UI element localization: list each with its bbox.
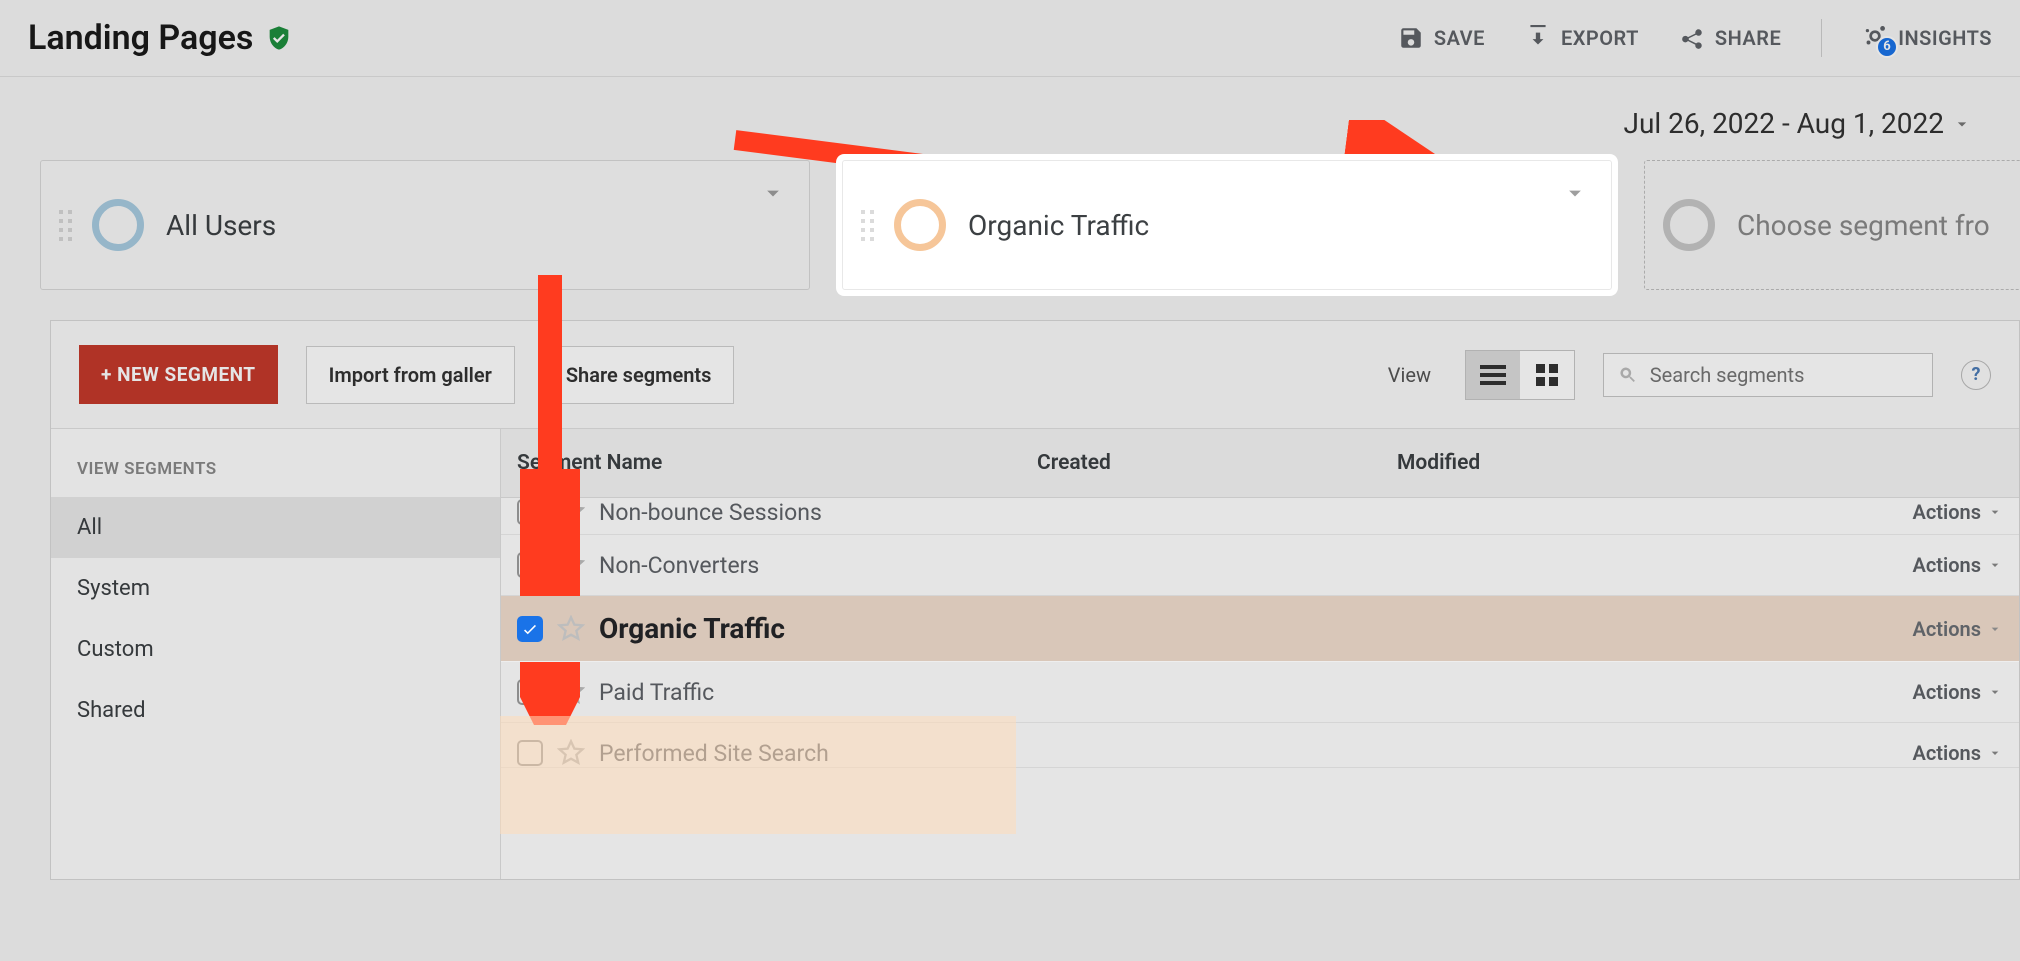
- verified-shield-icon: [265, 24, 293, 52]
- segment-chip-add[interactable]: Choose segment fro: [1644, 160, 2020, 290]
- star-icon[interactable]: [557, 678, 585, 706]
- segments-bar: All Users Organic Traffic Choose segment…: [0, 150, 2020, 320]
- list-icon: [1480, 365, 1506, 385]
- ring-icon: [92, 199, 144, 251]
- chevron-down-icon: [1987, 684, 2003, 700]
- sidebar-item-system[interactable]: System: [51, 558, 500, 619]
- grid-icon: [1535, 363, 1559, 387]
- share-segments-button[interactable]: Share segments: [543, 346, 735, 404]
- row-name: Non-Converters: [599, 552, 1913, 579]
- col-modified[interactable]: Modified: [1381, 429, 2019, 497]
- row-checkbox[interactable]: [517, 499, 543, 525]
- insights-badge: 6: [1876, 36, 1898, 58]
- star-icon[interactable]: [557, 498, 585, 526]
- view-label: View: [1388, 363, 1431, 387]
- date-range-picker[interactable]: Jul 26, 2022 - Aug 1, 2022: [0, 77, 2020, 150]
- row-name: Paid Traffic: [599, 679, 1913, 706]
- view-toggle: [1465, 350, 1575, 400]
- search-icon: [1618, 364, 1638, 386]
- row-actions[interactable]: Actions: [1913, 680, 2003, 704]
- page-title: Landing Pages: [28, 18, 293, 58]
- segments-sidebar: VIEW SEGMENTS All System Custom Shared: [51, 429, 501, 879]
- chevron-down-icon: [1561, 179, 1589, 207]
- segment-chip-organic[interactable]: Organic Traffic: [842, 160, 1612, 290]
- row-name: Non-bounce Sessions: [599, 499, 1913, 526]
- save-icon: [1398, 25, 1424, 51]
- table-row[interactable]: Performed Site SearchActions: [501, 723, 2019, 768]
- row-name: Organic Traffic: [599, 612, 1913, 645]
- panel-toolbar: + NEW SEGMENT Import from galler Share s…: [51, 321, 2019, 429]
- row-checkbox[interactable]: [517, 740, 543, 766]
- sidebar-heading: VIEW SEGMENTS: [51, 449, 500, 497]
- row-actions[interactable]: Actions: [1913, 617, 2003, 641]
- row-actions[interactable]: Actions: [1913, 553, 2003, 577]
- segment-chip-menu[interactable]: [759, 179, 787, 211]
- save-button[interactable]: SAVE: [1398, 25, 1485, 51]
- table-header: Segment Name Created Modified: [501, 429, 2019, 498]
- header-toolbar: SAVE EXPORT SHARE 6 INSIGHTS: [1398, 19, 1992, 57]
- page-title-text: Landing Pages: [28, 18, 253, 58]
- table-row[interactable]: Non-bounce SessionsActions: [501, 498, 2019, 535]
- insights-button[interactable]: 6 INSIGHTS: [1862, 23, 1992, 54]
- row-checkbox[interactable]: [517, 679, 543, 705]
- view-grid-button[interactable]: [1520, 351, 1574, 399]
- segment-chip-menu[interactable]: [1561, 179, 1589, 211]
- new-segment-button[interactable]: + NEW SEGMENT: [79, 345, 278, 404]
- segment-chip-label: All Users: [166, 209, 276, 242]
- export-icon: [1525, 25, 1551, 51]
- search-input[interactable]: [1648, 362, 1918, 388]
- view-list-button[interactable]: [1466, 351, 1520, 399]
- star-icon[interactable]: [557, 739, 585, 767]
- share-icon: [1679, 25, 1705, 51]
- segment-chip-label: Choose segment fro: [1737, 209, 1990, 242]
- sidebar-item-shared[interactable]: Shared: [51, 680, 500, 741]
- segments-table: Segment Name Created Modified Non-bounce…: [501, 429, 2019, 879]
- table-row[interactable]: Paid TrafficActions: [501, 662, 2019, 723]
- row-checkbox[interactable]: [517, 552, 543, 578]
- star-icon[interactable]: [557, 615, 585, 643]
- sidebar-item-custom[interactable]: Custom: [51, 619, 500, 680]
- chevron-down-icon: [1987, 557, 2003, 573]
- search-segments[interactable]: [1603, 353, 1933, 397]
- table-row[interactable]: Non-ConvertersActions: [501, 535, 2019, 596]
- table-row[interactable]: Organic TrafficActions: [501, 596, 2019, 662]
- segment-chip-all-users[interactable]: All Users: [40, 160, 810, 290]
- report-header: Landing Pages SAVE EXPORT SHARE 6: [0, 0, 2020, 77]
- date-range-text: Jul 26, 2022 - Aug 1, 2022: [1624, 107, 1945, 140]
- row-actions[interactable]: Actions: [1913, 500, 2003, 524]
- row-name: Performed Site Search: [599, 740, 1913, 767]
- col-segment-name[interactable]: Segment Name: [501, 429, 1021, 497]
- toolbar-divider: [1821, 19, 1822, 57]
- col-created[interactable]: Created: [1021, 429, 1381, 497]
- chevron-down-icon: [759, 179, 787, 207]
- ring-icon: [894, 199, 946, 251]
- import-gallery-button[interactable]: Import from galler: [306, 346, 515, 404]
- chevron-down-icon: [1987, 504, 2003, 520]
- help-button[interactable]: ?: [1961, 360, 1991, 390]
- insights-icon-wrap: 6: [1862, 23, 1888, 54]
- row-actions[interactable]: Actions: [1913, 741, 2003, 765]
- segments-panel: + NEW SEGMENT Import from galler Share s…: [50, 320, 2020, 880]
- star-icon[interactable]: [557, 551, 585, 579]
- chevron-down-icon: [1952, 114, 1972, 134]
- check-icon: [521, 620, 539, 638]
- drag-grip-icon: [861, 210, 874, 241]
- chevron-down-icon: [1987, 621, 2003, 637]
- chevron-down-icon: [1987, 745, 2003, 761]
- sidebar-item-all[interactable]: All: [51, 497, 500, 558]
- export-button[interactable]: EXPORT: [1525, 25, 1639, 51]
- drag-grip-icon: [59, 210, 72, 241]
- row-checkbox[interactable]: [517, 616, 543, 642]
- share-button[interactable]: SHARE: [1679, 25, 1781, 51]
- ring-icon: [1663, 199, 1715, 251]
- segment-chip-label: Organic Traffic: [968, 209, 1149, 242]
